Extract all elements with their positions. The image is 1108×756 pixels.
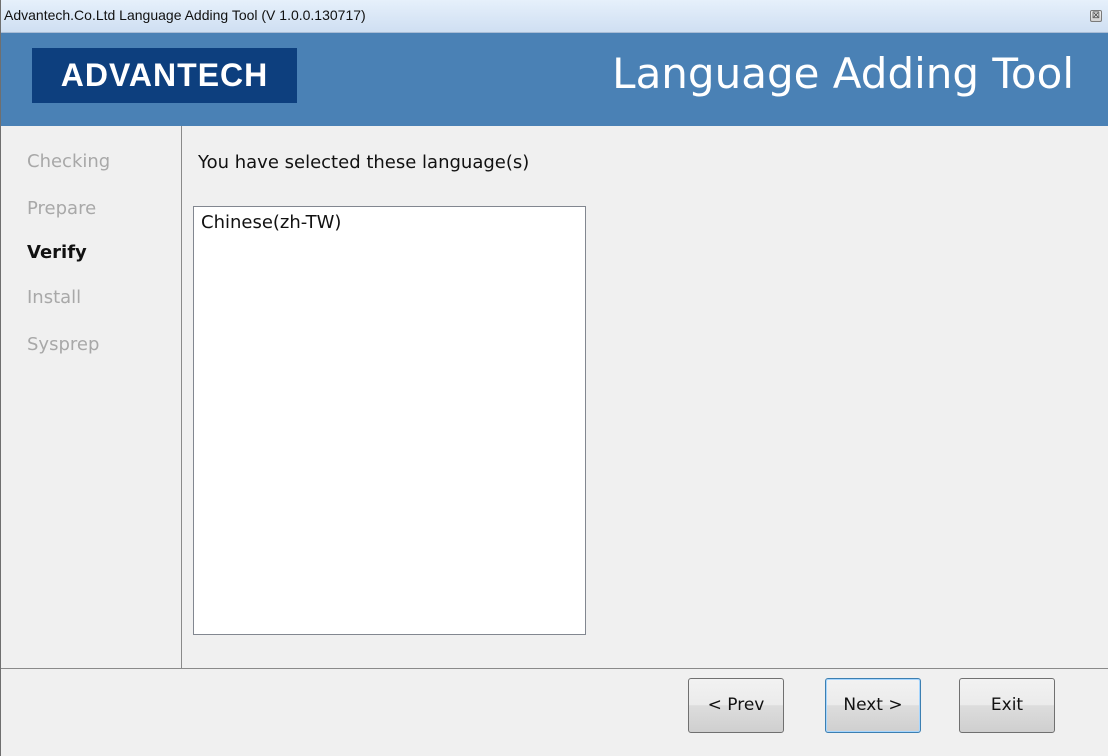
prev-button[interactable]: < Prev: [688, 678, 784, 733]
title-bar[interactable]: Advantech.Co.Ltd Language Adding Tool (V…: [1, 0, 1108, 33]
window-title: Advantech.Co.Ltd Language Adding Tool (V…: [4, 7, 366, 23]
language-listbox[interactable]: Chinese(zh-TW): [193, 206, 586, 635]
list-item[interactable]: Chinese(zh-TW): [201, 212, 341, 233]
next-button[interactable]: Next >: [825, 678, 921, 733]
step-verify: Verify: [27, 242, 87, 263]
exit-button[interactable]: Exit: [959, 678, 1055, 733]
step-install: Install: [27, 287, 82, 308]
footer-divider: [1, 668, 1108, 669]
step-prepare: Prepare: [27, 198, 97, 219]
selected-languages-label: You have selected these language(s): [198, 152, 530, 173]
advantech-logo: ADVANTECH: [32, 48, 297, 103]
header-banner: ADVANTECH Language Adding Tool: [1, 33, 1108, 126]
steps-sidebar: Checking Prepare Verify Install Sysprep: [1, 126, 182, 668]
banner-title: Language Adding Tool: [612, 49, 1074, 98]
app-window: Advantech.Co.Ltd Language Adding Tool (V…: [0, 0, 1108, 756]
step-sysprep: Sysprep: [27, 334, 100, 355]
close-icon[interactable]: ⊠: [1090, 10, 1102, 22]
step-checking: Checking: [27, 151, 111, 172]
